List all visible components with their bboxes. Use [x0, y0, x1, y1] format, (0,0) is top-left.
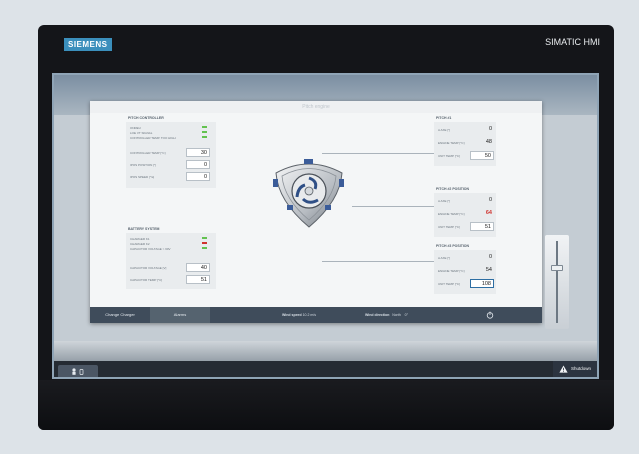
ipos-speed-label: IPOS SPEED [°/s]	[130, 175, 155, 179]
window-title: Pitch engine	[90, 101, 542, 113]
status-led	[202, 131, 207, 133]
power-icon[interactable]	[486, 311, 494, 319]
user-tab[interactable]	[58, 365, 98, 377]
axe-value: 0	[488, 254, 492, 260]
unit-temp-label: UNIT TEMP [°C]	[438, 282, 460, 286]
pitch-3-title: PITCH #3 POSITION	[436, 244, 470, 248]
status-label: CONTROLLER TEMP. TOO HIGH	[130, 136, 176, 140]
pitch-1-panel: A AXE [°] 0 ENGINE TEMP [°C] 48 UNIT TEM…	[434, 122, 496, 166]
status-led	[202, 247, 207, 249]
pitch-2-panel: A AXE [°] 0 ENGINE TEMP [°C] 64 UNIT TEM…	[434, 193, 496, 237]
hmi-device: SIEMENS SIMATIC HMI Pitch engine PITCH C…	[38, 25, 614, 430]
pitch-1-title: PITCH #1	[436, 116, 452, 120]
axe-value: 0	[488, 126, 492, 132]
battery-system-panel: CHARGER K1 CHARGER K2 CAPACITOR VOLTAGE …	[126, 233, 216, 289]
axe-label: A AXE [°]	[438, 199, 451, 203]
wind-direction-degree: 0°	[404, 313, 409, 317]
change-charger-button[interactable]: Change Charger	[90, 307, 150, 323]
unit-temp-label: UNIT TEMP [°C]	[438, 154, 460, 158]
brand-logo: SIEMENS	[64, 38, 112, 51]
ipos-speed-value[interactable]: 0	[186, 172, 210, 181]
unit-temp-value-selected[interactable]: 108	[470, 279, 494, 288]
wind-speed-label: Wind speed 10.2 m/s	[282, 307, 316, 323]
window-footer: Change Charger Alarms Wind speed 10.2 m/…	[90, 307, 542, 323]
slider-track	[556, 241, 558, 323]
pitch-3-panel: A AXE [°] 0 ENGINE TEMP [°C] 54 UNIT TEM…	[434, 250, 496, 294]
unit-temp-value[interactable]: 50	[470, 151, 494, 160]
pitch-controller-panel: ONREU LOE VT SIGNAL CONTROLLER TEMP. TOO…	[126, 122, 216, 188]
status-label: LOE VT SIGNAL	[130, 131, 153, 135]
axe-label: A AXE [°]	[438, 128, 451, 132]
status-label: CHARGER K2	[130, 242, 150, 246]
engine-temp-value: 54	[485, 267, 492, 273]
engine-temp-label: ENGINE TEMP [°C]	[438, 141, 465, 145]
user-icon	[72, 368, 84, 375]
engine-temp-value: 48	[485, 139, 492, 145]
wind-direction-label: Wind direction: North 0°	[365, 313, 409, 317]
bottom-bezel	[38, 380, 614, 430]
controller-temp-value[interactable]: 30	[186, 148, 210, 157]
product-name: SIMATIC HMI	[545, 37, 600, 47]
wind-turbine-hub-icon	[273, 159, 344, 228]
ipos-position-value[interactable]: 0	[186, 160, 210, 169]
controller-temp-label: CONTROLLER TEMP [°C]	[130, 151, 166, 155]
shutdown-button[interactable]: Shutdown	[553, 361, 597, 377]
status-led	[202, 136, 207, 138]
engine-temp-label: ENGINE TEMP [°C]	[438, 269, 465, 273]
touch-screen: Pitch engine PITCH CONTROLLER ONREU LOE …	[52, 73, 599, 379]
capacitor-temp-label: CAPACITOR TEMP [°C]	[130, 278, 163, 282]
pitch-controller-title: PITCH CONTROLLER	[128, 116, 164, 120]
status-label: CAPACITOR VOLTAGE > 60V	[130, 247, 171, 251]
unit-temp-value[interactable]: 51	[470, 222, 494, 231]
wind-speed-value: 10.2 m/s	[302, 313, 317, 317]
wind-speed-label-text: Wind speed	[282, 313, 302, 317]
capacitor-temp-value[interactable]: 51	[186, 275, 210, 284]
connector-line	[322, 261, 436, 262]
ipos-position-label: IPOS POSITION [°]	[130, 163, 157, 167]
vertical-slider[interactable]	[545, 235, 569, 329]
status-label: ONREU	[130, 126, 141, 130]
engine-temp-alarm-value: 64	[485, 210, 492, 216]
axe-label: A AXE [°]	[438, 256, 451, 260]
engine-temp-label: ENGINE TEMP [°C]	[438, 212, 465, 216]
screen-bottom-bar: Shutdown	[54, 361, 597, 377]
pitch-2-title: PITCH #2 POSITION	[436, 187, 470, 191]
status-led	[202, 242, 207, 244]
status-led	[202, 126, 207, 128]
capacitor-voltage-value[interactable]: 40	[186, 263, 210, 272]
slider-handle[interactable]	[551, 265, 563, 271]
connector-line	[352, 206, 436, 207]
pitch-engine-window: Pitch engine PITCH CONTROLLER ONREU LOE …	[90, 101, 542, 323]
axe-value: 0	[488, 197, 492, 203]
status-label: CHARGER K1	[130, 237, 150, 241]
alarms-button[interactable]: Alarms	[150, 307, 210, 323]
wind-direction-label-text: Wind direction	[365, 313, 390, 317]
capacitor-voltage-label: CAPACITOR VOLTAGE [V]	[130, 266, 167, 270]
warning-icon	[559, 365, 568, 373]
status-led	[202, 237, 207, 239]
battery-system-title: BATTERY SYSTEM	[128, 227, 160, 231]
wind-direction-value: North	[392, 313, 401, 317]
shutdown-label: Shutdown	[571, 366, 592, 371]
unit-temp-label: UNIT TEMP [°C]	[438, 225, 460, 229]
